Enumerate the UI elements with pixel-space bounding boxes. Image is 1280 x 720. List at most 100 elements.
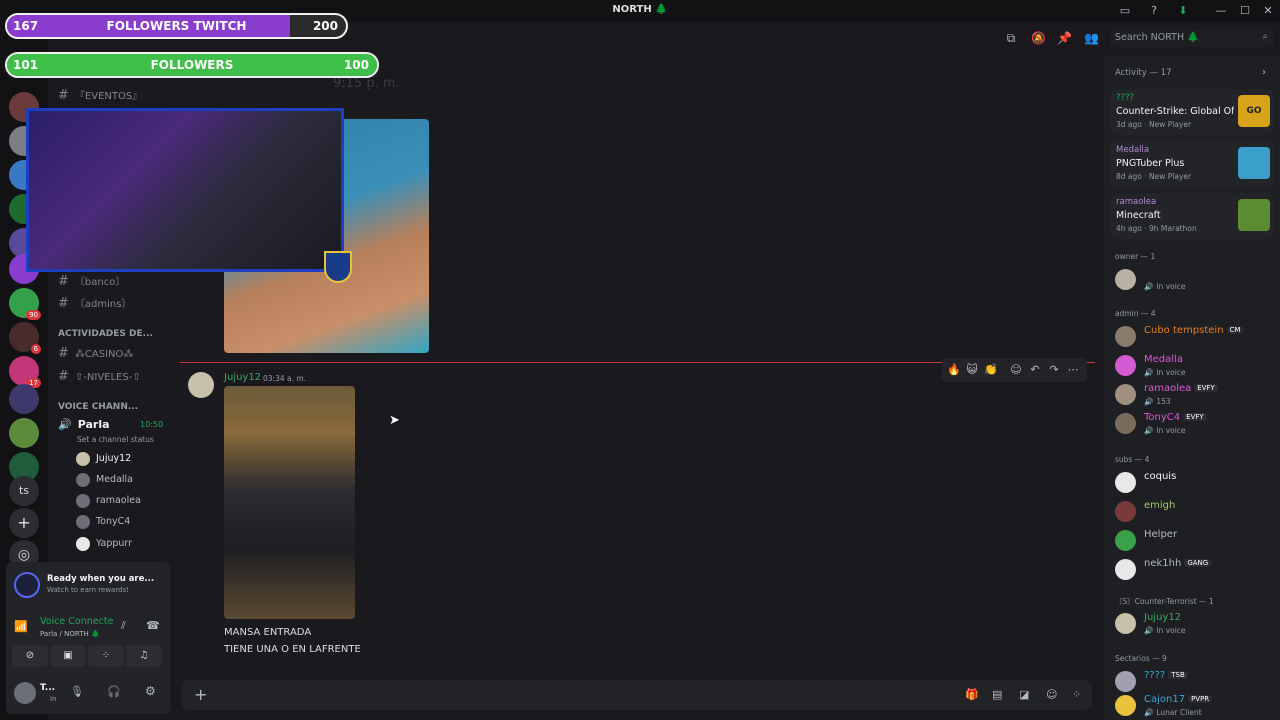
voice-user[interactable]: TonyC4 (76, 512, 130, 532)
category-voice[interactable]: VOICE CHANN... (58, 402, 168, 412)
search-input[interactable]: Search NORTH 🌲 ⌕ (1110, 29, 1274, 47)
soundboard-button[interactable]: ♫ (126, 645, 162, 667)
chevron-right-icon[interactable]: › (1262, 67, 1266, 78)
voice-user[interactable]: ramaolea (76, 491, 141, 511)
sticker-icon[interactable]: ◪ (1019, 688, 1029, 701)
member-row[interactable]: ramaolea EVFY 🔊 153 (1115, 382, 1275, 408)
mic-icon[interactable]: 🎙 (70, 685, 84, 698)
inbox-icon[interactable]: ▭ (1117, 3, 1133, 19)
activity-card[interactable]: ramaolea Minecraft 4h ago · 9h Marathon (1110, 193, 1274, 239)
mute-bell-icon[interactable]: 🔕 (1031, 31, 1046, 45)
pin-icon[interactable]: 📌 (1057, 31, 1072, 45)
member-row[interactable]: emigh (1115, 499, 1275, 525)
headphones-icon[interactable]: 🎧 (107, 685, 121, 698)
add-reaction-icon[interactable]: ☺ (1009, 363, 1023, 377)
user-status: In (50, 695, 57, 703)
gift-icon[interactable]: 🎁 (965, 688, 979, 701)
member-name: Helper (1144, 529, 1178, 540)
voice-user-name: Jujuy12 (96, 453, 132, 464)
member-row[interactable]: Helper (1115, 528, 1275, 554)
member-row[interactable]: Cubo tempstein CM (1115, 324, 1275, 350)
voice-location[interactable]: Parla / NORTH 🌲 (40, 630, 100, 638)
member-status: 🔊 Lunar Client (1144, 708, 1202, 717)
image-attachment[interactable] (224, 386, 355, 619)
clap-emoji-icon[interactable]: 👏 (984, 363, 998, 377)
help-icon[interactable]: ? (1146, 3, 1162, 19)
avatar (76, 451, 90, 466)
hash-icon: # (58, 369, 69, 384)
server-icon[interactable] (9, 384, 39, 414)
game-art-icon: GO (1238, 95, 1270, 127)
noise-suppression-icon[interactable]: ⫽ (121, 619, 126, 633)
avatar (1115, 613, 1136, 634)
blurred-timestamp: 9:15 p. m. (333, 76, 400, 91)
message-composer[interactable]: + 🎁 ▤ ◪ ☺ ⁘ (182, 680, 1092, 710)
server-icon[interactable] (9, 418, 39, 448)
activity-card[interactable]: Medalla PNGTuber Plus 8d ago · New Player (1110, 141, 1274, 187)
server-icon[interactable]: 6 (9, 322, 41, 354)
member-row[interactable]: ???? TSB (1115, 669, 1275, 695)
channel-niveles[interactable]: # ⇧-NIVELES-⇧ (58, 367, 168, 387)
member-tag: CM (1226, 326, 1244, 334)
activities-button[interactable]: ⁘ (88, 645, 124, 667)
close-button[interactable]: ✕ (1260, 3, 1276, 19)
gif-icon[interactable]: ▤ (992, 688, 1002, 701)
game-art-icon (1238, 199, 1270, 231)
avatar (1115, 695, 1136, 716)
activity-header[interactable]: Activity — 17 (1115, 68, 1172, 78)
member-row[interactable]: coquis (1115, 470, 1275, 496)
cat-emoji-icon[interactable]: 😺 (965, 363, 979, 377)
server-icon[interactable]: 17 (9, 356, 41, 388)
message-author[interactable]: Jujuy12 (224, 372, 261, 383)
member-row[interactable]: Cajon17 PVPR 🔊 Lunar Client (1115, 693, 1275, 719)
username[interactable]: T... (40, 683, 55, 693)
hash-icon: # (58, 346, 69, 361)
more-icon[interactable]: ⋯ (1066, 363, 1080, 377)
voice-user[interactable]: Jujuy12 (76, 449, 131, 469)
member-row[interactable]: Medalla 🔊 In voice (1115, 353, 1275, 379)
maximize-button[interactable]: ☐ (1237, 3, 1253, 19)
activity-card[interactable]: ???? Counter-Strike: Global Off... 3d ago … (1110, 89, 1274, 135)
channel-casino[interactable]: # ⁂CASINO⁂ (58, 344, 168, 364)
disconnect-icon[interactable]: ☎ (146, 619, 160, 632)
screenshare-button[interactable]: ▣ (50, 645, 86, 667)
message-avatar[interactable] (188, 372, 214, 398)
emoji-icon[interactable]: ☺ (1046, 688, 1057, 701)
add-server-icon[interactable]: + (9, 508, 39, 538)
member-row[interactable]: 🔊 In voice (1115, 267, 1275, 293)
attach-plus-icon[interactable]: + (194, 685, 207, 704)
channel-banco[interactable]: # 〘banco〙 (58, 272, 168, 292)
member-status: 🔊 In voice (1144, 626, 1186, 635)
threads-icon[interactable]: ⧉ (1004, 31, 1018, 45)
channel-status[interactable]: Set a channel status (77, 435, 154, 444)
promo-title[interactable]: Ready when you are... (47, 574, 154, 584)
reply-icon[interactable]: ↶ (1028, 363, 1042, 377)
forward-icon[interactable]: ↷ (1047, 363, 1061, 377)
fire-emoji-icon[interactable]: 🔥 (947, 363, 961, 377)
channel-admins[interactable]: # 〘admins〙 (58, 294, 168, 314)
voice-user[interactable]: Medalla (76, 470, 133, 490)
voice-status[interactable]: Voice Connected (40, 616, 114, 627)
goal-target: 100 (343, 58, 369, 72)
goal-label: FOLLOWERS TWITCH (106, 19, 247, 33)
members-icon[interactable]: 👥 (1084, 31, 1099, 45)
voice-user[interactable]: Yappurr (76, 534, 132, 554)
voice-channel-name: Parla (77, 418, 110, 431)
member-row[interactable]: TonyC4 EVFY 🔊 In voice (1115, 411, 1275, 437)
minimize-button[interactable]: — (1213, 3, 1229, 19)
settings-gear-icon[interactable]: ⚙ (145, 684, 156, 698)
unread-badge: 6 (30, 344, 41, 354)
download-icon[interactable]: ⬇ (1175, 3, 1191, 19)
member-name: Cubo tempstein CM (1144, 325, 1244, 336)
channel-eventos[interactable]: # 『EVENTOS』 (58, 86, 168, 106)
category-activities[interactable]: ACTIVIDADES DE... (58, 329, 168, 339)
member-row[interactable]: Jujuy12 🔊 In voice (1115, 611, 1275, 637)
apps-icon[interactable]: ⁘ (1072, 688, 1081, 701)
camera-button[interactable]: ⊘ (12, 645, 48, 667)
user-avatar[interactable] (14, 682, 36, 704)
avatar (1115, 326, 1136, 347)
member-row[interactable]: nek1hh GANG (1115, 557, 1275, 583)
member-tag: PVPR (1188, 695, 1213, 703)
server-icon[interactable]: ts (9, 476, 39, 506)
server-icon[interactable]: 90 (9, 288, 41, 320)
